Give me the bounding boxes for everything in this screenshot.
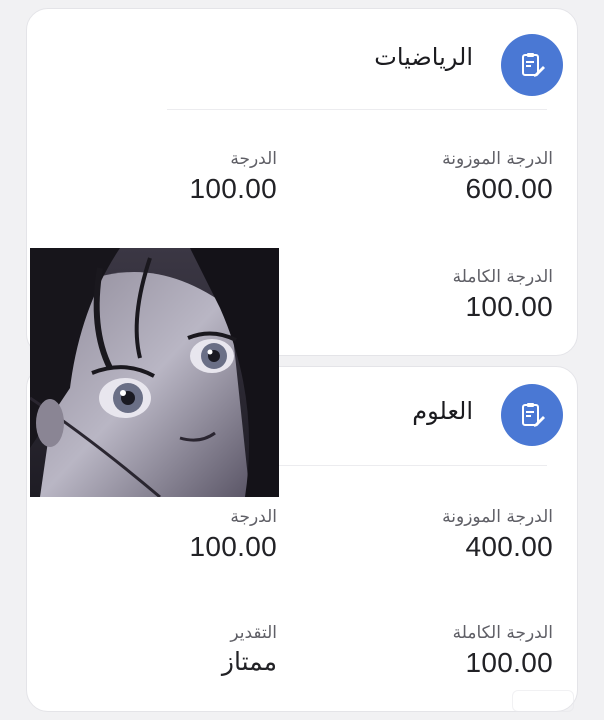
full-grade-field: الدرجة الكاملة 100.00 (453, 267, 553, 323)
weighted-grade-label: الدرجة الموزونة (442, 507, 553, 527)
card-divider (167, 109, 547, 110)
watermark-logo (512, 690, 574, 712)
full-grade-value: 100.00 (465, 291, 553, 322)
subject-title: العلوم (412, 397, 473, 425)
rating-field: التقدير ممتاز (222, 623, 277, 676)
grade-field: الدرجة 100.00 (190, 149, 277, 205)
clipboard-edit-icon (501, 384, 563, 446)
subject-title: الرياضيات (374, 43, 473, 71)
clipboard-edit-icon (501, 34, 563, 96)
full-grade-value: 100.00 (465, 647, 553, 678)
grade-label: الدرجة (230, 507, 277, 527)
grade-value: 100.00 (189, 531, 277, 562)
rating-value: ممتاز (221, 647, 277, 676)
weighted-grade-value: 600.00 (465, 173, 553, 204)
grade-label: الدرجة (230, 149, 277, 169)
full-grade-field: الدرجة الكاملة 100.00 (453, 623, 553, 679)
full-grade-label: الدرجة الكاملة (452, 623, 553, 643)
full-grade-label: الدرجة الكاملة (452, 267, 553, 287)
weighted-grade-value: 400.00 (465, 531, 553, 562)
grade-field: الدرجة 100.00 (190, 507, 277, 563)
weighted-grade-field: الدرجة الموزونة 600.00 (442, 149, 553, 205)
weighted-grade-field: الدرجة الموزونة 400.00 (442, 507, 553, 563)
weighted-grade-label: الدرجة الموزونة (442, 149, 553, 169)
rating-label: التقدير (230, 623, 277, 643)
grade-value: 100.00 (189, 173, 277, 204)
overlay-portrait-image (30, 248, 279, 497)
